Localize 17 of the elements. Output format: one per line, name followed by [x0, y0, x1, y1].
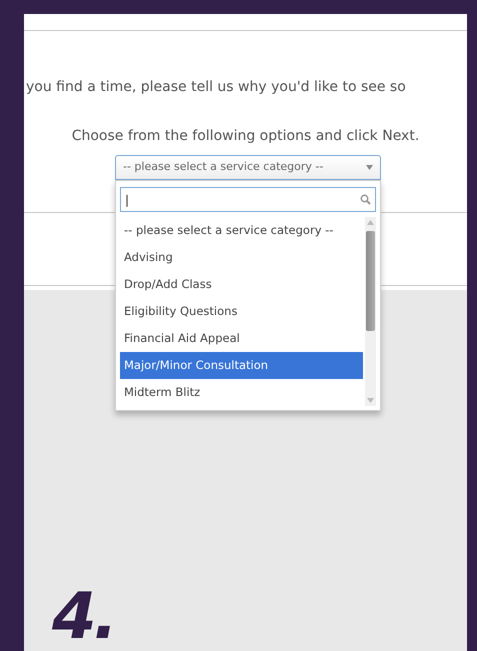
dropdown-option[interactable]: Midterm Blitz: [120, 379, 363, 406]
dropdown-option[interactable]: Financial Aid Appeal: [120, 325, 363, 352]
dropdown-option[interactable]: Advising: [120, 244, 363, 271]
scrollbar[interactable]: [365, 217, 376, 406]
dropdown-option[interactable]: -- please select a service category --: [120, 217, 363, 244]
dropdown-option[interactable]: Major/Minor Consultation: [120, 352, 363, 379]
caret-icon: [366, 165, 373, 170]
scroll-up-icon[interactable]: [367, 220, 374, 225]
dropdown-option[interactable]: Drop/Add Class: [120, 271, 363, 298]
step-number: 4.: [52, 585, 114, 649]
intro-text: you find a time, please tell us why you'd like to see so: [26, 79, 406, 95]
dropdown-option[interactable]: Eligibility Questions: [120, 298, 363, 325]
category-select[interactable]: -- please select a service category --: [115, 155, 381, 180]
search-field[interactable]: |: [120, 187, 376, 212]
instruction-text: Choose from the following options and click Next.: [72, 128, 420, 144]
search-icon: [360, 194, 371, 205]
scroll-down-icon[interactable]: [367, 398, 374, 403]
